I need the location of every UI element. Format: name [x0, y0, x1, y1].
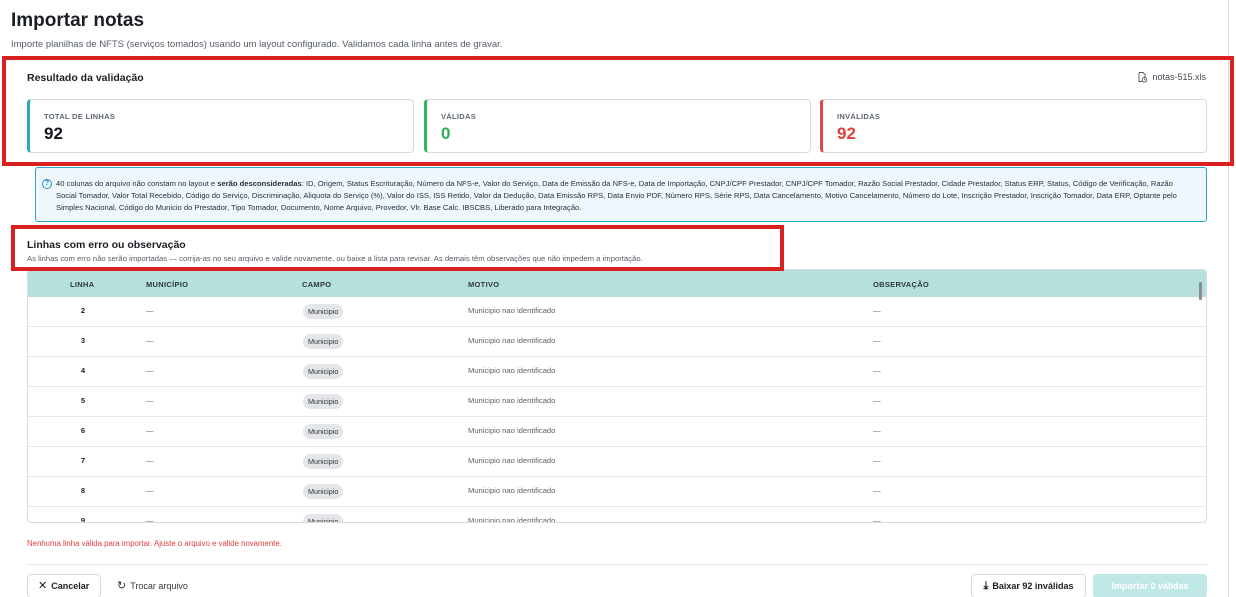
cell-campo-chip: Municipio [303, 304, 344, 319]
cell-observacao: — [873, 396, 881, 405]
cell-linha: 5 [80, 396, 86, 405]
cell-linha: 2 [80, 306, 86, 315]
cell-campo-chip: Municipio [303, 394, 344, 409]
cell-municipio: — [146, 366, 154, 375]
footer-divider [27, 564, 1207, 565]
file-badge: notas-515.xls [1136, 71, 1206, 83]
cell-campo-chip: Municipio [303, 514, 344, 522]
stat-valid-value: 0 [441, 124, 451, 143]
swap-file-button[interactable]: ↻ Trocar arquivo [117, 574, 188, 597]
cell-observacao: — [873, 366, 881, 375]
page-subtitle: Importe planilhas de NFTS (serviços toma… [11, 39, 503, 50]
cancel-button[interactable]: ✕ Cancelar [27, 574, 101, 597]
cell-campo-chip: Municipio [303, 424, 344, 439]
cell-linha: 8 [80, 486, 86, 495]
stat-card-total: TOTAL DE LINHAS 92 [27, 99, 414, 153]
cell-motivo: Municipio nao identificado [468, 396, 556, 405]
download-icon: ⤓ [983, 579, 989, 592]
notice-prefix: 40 colunas do arquivo não constam no lay… [56, 179, 218, 188]
header-linha: LINHA [70, 280, 95, 289]
no-valid-rows-warning: Nenhuma linha válida para importar. Ajus… [27, 539, 282, 548]
swap-file-label: Trocar arquivo [130, 581, 188, 591]
file-sync-icon [1139, 72, 1148, 83]
header-motivo: MOTIVO [468, 280, 500, 289]
cell-observacao: — [873, 486, 881, 495]
cell-observacao: — [873, 306, 881, 315]
cell-municipio: — [146, 336, 154, 345]
stat-card-invalid: INVÁLIDAS 92 [820, 99, 1207, 153]
header-campo: CAMPO [302, 280, 332, 289]
cell-campo-chip: Municipio [303, 334, 344, 349]
ignored-columns-notice: ? 40 colunas do arquivo não constam no l… [35, 167, 1207, 222]
cell-motivo: Municipio nao identificado [468, 486, 556, 495]
header-municipio: MUNICÍPIO [146, 280, 189, 289]
stat-card-valid: VÁLIDAS 0 [424, 99, 811, 153]
table-row: 7 — Municipio Municipio nao identificado — [28, 447, 1206, 477]
cell-observacao: — [873, 336, 881, 345]
table-row: 4 — Municipio Municipio nao identificado — [28, 357, 1206, 387]
cell-municipio: — [146, 456, 154, 465]
table-row: 5 — Municipio Municipio nao identificado — [28, 387, 1206, 417]
cell-motivo: Municipio nao identificado [468, 516, 556, 523]
cell-observacao: — [873, 456, 881, 465]
table-body: 2 — Municipio Municipio nao identificado — 3 —… [28, 297, 1206, 523]
file-name: notas-515.xls [1152, 72, 1206, 82]
cancel-label: Cancelar [51, 581, 90, 591]
stat-invalid-value: 92 [837, 124, 856, 143]
import-valid-button[interactable]: Importar 0 válidas [1093, 574, 1207, 597]
cell-campo-chip: Municipio [303, 364, 344, 379]
notice-emphasis: serão desconsideradas [217, 179, 302, 188]
table-row: 9 — Municipio Municipio nao identificado — [28, 507, 1206, 523]
errors-subtitle: As linhas com erro não serão importadas … [27, 254, 643, 263]
cell-observacao: — [873, 516, 881, 523]
import-label: Importar 0 válidas [1111, 581, 1189, 591]
cell-motivo: Municipio nao identificado [468, 456, 556, 465]
stat-valid-label: VÁLIDAS [441, 112, 477, 121]
errors-title: Linhas com erro ou observação [27, 239, 186, 251]
cell-linha: 3 [80, 336, 86, 345]
cell-municipio: — [146, 396, 154, 405]
cell-municipio: — [146, 516, 154, 523]
cell-linha: 6 [80, 426, 86, 435]
stat-invalid-label: INVÁLIDAS [837, 112, 881, 121]
header-observacao: OBSERVAÇÃO [873, 280, 930, 289]
refresh-icon: ↻ [117, 579, 127, 592]
table-row: 8 — Municipio Municipio nao identificado — [28, 477, 1206, 507]
cell-linha: 4 [80, 366, 86, 375]
cell-municipio: — [146, 486, 154, 495]
info-icon: ? [42, 179, 52, 189]
cell-motivo: Municipio nao identificado [468, 426, 556, 435]
stat-total-label: TOTAL DE LINHAS [44, 112, 116, 121]
cell-municipio: — [146, 426, 154, 435]
stat-total-value: 92 [44, 124, 63, 143]
validation-title: Resultado da validação [27, 72, 144, 84]
cell-motivo: Municipio nao identificado [468, 306, 556, 315]
cell-linha: 9 [80, 516, 86, 523]
page-title: Importar notas [11, 10, 145, 31]
download-invalid-button[interactable]: ⤓ Baixar 92 inválidas [971, 574, 1086, 597]
cell-campo-chip: Municipio [303, 484, 344, 499]
cell-motivo: Municipio nao identificado [468, 336, 556, 345]
ignored-columns-text: 40 colunas do arquivo não constam no lay… [56, 178, 1194, 214]
cell-motivo: Municipio nao identificado [468, 366, 556, 375]
cell-campo-chip: Municipio [303, 454, 344, 469]
table-header: LINHA MUNICÍPIO CAMPO MOTIVO OBSERVAÇÃO [28, 270, 1206, 300]
table-row: 2 — Municipio Municipio nao identificado — [28, 297, 1206, 327]
cell-observacao: — [873, 426, 881, 435]
table-row: 6 — Municipio Municipio nao identificado — [28, 417, 1206, 447]
cell-linha: 7 [80, 456, 86, 465]
cell-municipio: — [146, 306, 154, 315]
table-row: 3 — Municipio Municipio nao identificado — [28, 327, 1206, 357]
errors-table[interactable]: LINHA MUNICÍPIO CAMPO MOTIVO OBSERVAÇÃO … [27, 269, 1207, 523]
close-icon: ✕ [38, 579, 48, 592]
download-label: Baixar 92 inválidas [992, 581, 1074, 591]
